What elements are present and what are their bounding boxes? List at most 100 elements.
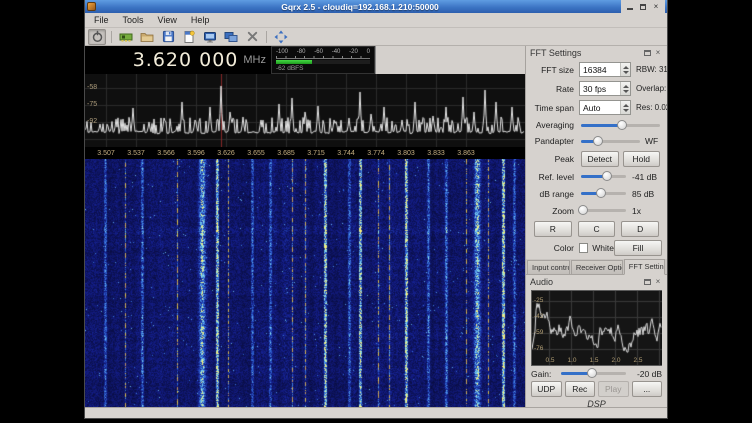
- slider-knob[interactable]: [617, 120, 627, 130]
- bookmarks-button[interactable]: [180, 29, 198, 45]
- waterfall-canvas[interactable]: [85, 159, 525, 407]
- reset-button[interactable]: R: [534, 221, 572, 237]
- timespan-value: Auto: [580, 103, 620, 113]
- open-file-button[interactable]: [138, 29, 156, 45]
- rec-button[interactable]: Rec: [565, 381, 596, 397]
- udp-button[interactable]: UDP: [531, 381, 562, 397]
- audio-canvas: [532, 291, 662, 365]
- spectrum-ytick: -92: [87, 118, 97, 126]
- slider-knob[interactable]: [596, 188, 606, 198]
- rate-spinbox[interactable]: 30 fps: [579, 81, 631, 96]
- rate-row: Rate 30 fps Overlap: 0%: [531, 80, 662, 97]
- tab-fft-settings[interactable]: FFT Settings: [624, 259, 665, 275]
- more-button[interactable]: ...: [632, 381, 663, 397]
- close-panel-button[interactable]: ×: [653, 48, 663, 58]
- frequency-display[interactable]: 3.620 000 MHz: [85, 46, 271, 74]
- pandapter-row: Pandapter WF: [531, 134, 662, 148]
- white-checkbox-label: White: [592, 243, 614, 253]
- meter-reading: -62 dBFS: [276, 65, 370, 72]
- rate-value: 30 fps: [580, 84, 620, 94]
- white-checkbox[interactable]: [579, 243, 588, 253]
- audio-ytick: -25: [534, 297, 543, 304]
- save-button[interactable]: [159, 29, 177, 45]
- db-range-row: dB range 85 dB: [531, 186, 662, 201]
- slider-knob[interactable]: [593, 136, 603, 146]
- audio-xtick: 2.0: [608, 357, 624, 364]
- ref-level-slider[interactable]: [581, 171, 626, 182]
- spin-arrows[interactable]: [620, 82, 630, 95]
- slider-knob[interactable]: [602, 171, 612, 181]
- float-panel-button[interactable]: [642, 277, 652, 287]
- meter-tick: -80: [297, 49, 306, 55]
- signal-level-meter: -100 -80 -60 -40 -20 0 -62 dBFS: [271, 46, 375, 74]
- spin-up-icon: [623, 104, 629, 107]
- timespan-spinbox[interactable]: Auto: [579, 100, 631, 115]
- spectrum-ytick: -58: [87, 84, 97, 92]
- db-range-value: 85 dB: [628, 189, 662, 199]
- freq-tick: 3.626: [213, 149, 239, 158]
- screen: Gqrx 2.5 - cloudiq=192.168.1.210:50000 ×…: [0, 0, 752, 423]
- averaging-slider[interactable]: [581, 120, 660, 131]
- gain-value: -20 dB: [628, 369, 662, 379]
- ref-level-value: -41 dB: [628, 172, 662, 182]
- frequency-axis[interactable]: 3.507 3.537 3.566 3.596 3.626 3.655 3.68…: [85, 147, 525, 159]
- dx-cluster-button[interactable]: [201, 29, 219, 45]
- color-label: Color: [531, 243, 579, 253]
- zoom-slider[interactable]: [581, 205, 626, 216]
- demod-button[interactable]: D: [621, 221, 659, 237]
- maximize-button[interactable]: [637, 1, 649, 12]
- start-dsp-button[interactable]: [88, 29, 106, 45]
- tab-receiver-options[interactable]: Receiver Options: [571, 260, 623, 274]
- db-range-slider[interactable]: [581, 188, 626, 199]
- remote-control-button[interactable]: [222, 29, 240, 45]
- slider-knob[interactable]: [578, 205, 588, 215]
- gain-row: Gain: -20 dB: [531, 368, 662, 379]
- timespan-row: Time span Auto Res: 0.02 s: [531, 99, 662, 116]
- gain-slider[interactable]: [561, 368, 626, 379]
- menu-file[interactable]: File: [87, 14, 116, 26]
- settings-button[interactable]: [243, 29, 261, 45]
- spectrum-canvas[interactable]: [85, 74, 525, 147]
- pandapter-slider[interactable]: [581, 136, 640, 147]
- close-icon: ×: [656, 278, 661, 286]
- menu-help[interactable]: Help: [184, 14, 217, 26]
- meter-bar: [276, 60, 370, 64]
- waterfall-display[interactable]: [85, 159, 525, 407]
- audio-xtick: 1.5: [586, 357, 602, 364]
- center-button[interactable]: C: [578, 221, 616, 237]
- float-panel-button[interactable]: [642, 48, 652, 58]
- spectrum-plot[interactable]: -58 -75 -92: [85, 74, 525, 147]
- spin-arrows[interactable]: [620, 63, 630, 76]
- ref-level-label: Ref. level: [531, 172, 579, 182]
- titlebar[interactable]: Gqrx 2.5 - cloudiq=192.168.1.210:50000 ×: [85, 0, 667, 13]
- spin-arrows[interactable]: [620, 101, 630, 114]
- configure-io-button[interactable]: [117, 29, 135, 45]
- close-panel-button[interactable]: ×: [653, 277, 663, 287]
- frequency-value[interactable]: 3.620 000: [133, 49, 239, 71]
- fullscreen-button[interactable]: [272, 29, 290, 45]
- zoom-row: Zoom 1x: [531, 203, 662, 218]
- menu-tools[interactable]: Tools: [116, 14, 151, 26]
- gain-label: Gain:: [531, 369, 559, 379]
- meter-tick: -100: [276, 49, 288, 55]
- window-controls: ×: [621, 0, 665, 13]
- spin-up-icon: [623, 85, 629, 88]
- peak-detect-button[interactable]: Detect: [581, 151, 619, 167]
- maximize-icon: [640, 4, 646, 10]
- meter-tick: -60: [314, 49, 323, 55]
- fft-size-spinbox[interactable]: 16384: [579, 62, 631, 77]
- tab-input-controls[interactable]: Input controls: [527, 260, 570, 274]
- close-button[interactable]: ×: [650, 1, 662, 12]
- fill-button[interactable]: Fill: [614, 240, 662, 256]
- freq-tick: 3.744: [333, 149, 359, 158]
- audio-xtick: 1.0: [564, 357, 580, 364]
- audio-ytick: -42: [534, 313, 543, 320]
- menu-view[interactable]: View: [151, 14, 184, 26]
- peak-hold-button[interactable]: Hold: [623, 151, 661, 167]
- meter-fill: [276, 60, 312, 64]
- audio-buttons: UDP Rec Play ...: [531, 381, 662, 397]
- db-range-label: dB range: [531, 189, 579, 199]
- slider-knob[interactable]: [587, 368, 597, 378]
- play-button[interactable]: Play: [598, 381, 629, 397]
- minimize-button[interactable]: [624, 1, 636, 12]
